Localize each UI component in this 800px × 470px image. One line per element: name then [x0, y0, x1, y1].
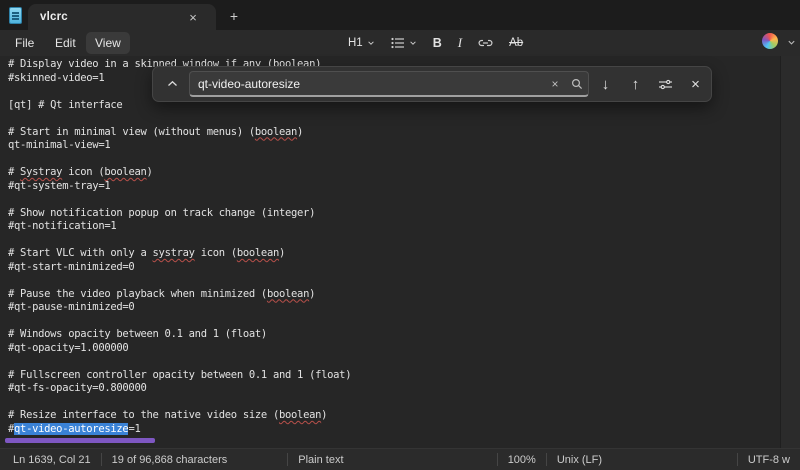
- line-ending[interactable]: Unix (LF): [547, 454, 617, 466]
- code-line: # Pause the video playback when minimize…: [8, 288, 780, 302]
- code-line: #qt-video-autoresize=1: [8, 423, 780, 437]
- find-next-button[interactable]: ↓: [592, 71, 619, 97]
- tab-close-icon[interactable]: ×: [184, 8, 202, 26]
- code-line: [8, 193, 780, 207]
- find-field: ×: [189, 71, 589, 97]
- code-line: #qt-start-minimized=0: [8, 261, 780, 275]
- find-input[interactable]: [190, 72, 544, 95]
- copilot-chevron-down-icon[interactable]: [787, 38, 796, 47]
- code-line: # Windows opacity between 0.1 and 1 (flo…: [8, 328, 780, 342]
- vertical-scrollbar[interactable]: [780, 56, 800, 448]
- code-line: # Start VLC with only a systray icon (bo…: [8, 247, 780, 261]
- code-line: #qt-system-tray=1: [8, 180, 780, 194]
- chevron-down-icon: [367, 39, 375, 47]
- code-line: [8, 315, 780, 329]
- code-line: [8, 396, 780, 410]
- menu-file[interactable]: File: [6, 32, 43, 54]
- clear-formatting-button[interactable]: Ab: [504, 32, 528, 54]
- titlebar: vlcrc × +: [0, 0, 800, 30]
- find-previous-button[interactable]: ↑: [622, 71, 649, 97]
- code-line: [8, 112, 780, 126]
- code-line: # Systray icon (boolean): [8, 166, 780, 180]
- code-line: #qt-fs-opacity=0.800000: [8, 382, 780, 396]
- clear-search-icon[interactable]: ×: [544, 73, 566, 95]
- encoding[interactable]: UTF-8 w: [738, 454, 800, 466]
- code-line: #qt-notification=1: [8, 220, 780, 234]
- chevron-down-icon: [409, 39, 417, 47]
- code-line: # Start in minimal view (without menus) …: [8, 126, 780, 140]
- italic-button[interactable]: I: [453, 32, 467, 54]
- code-line: #qt-pause-minimized=0: [8, 301, 780, 315]
- list-icon: [391, 37, 405, 49]
- code-line: # Fullscreen controller opacity between …: [8, 369, 780, 383]
- find-options-icon: [658, 78, 673, 91]
- link-button[interactable]: [473, 32, 498, 54]
- code-line: [8, 234, 780, 248]
- character-count: 19 of 96,868 characters: [102, 454, 238, 466]
- copilot-icon[interactable]: [762, 33, 778, 49]
- annotation-underline: [5, 438, 155, 443]
- find-collapse-button[interactable]: [159, 71, 185, 97]
- list-dropdown[interactable]: [386, 32, 422, 54]
- find-close-button[interactable]: ×: [682, 71, 709, 97]
- find-options-button[interactable]: [652, 71, 679, 97]
- code-line: qt-minimal-view=1: [8, 139, 780, 153]
- code-line: #qt-opacity=1.000000: [8, 342, 780, 356]
- bold-button[interactable]: B: [428, 32, 447, 54]
- statusbar: Ln 1639, Col 21 19 of 96,868 characters …: [0, 448, 800, 470]
- tab-title: vlcrc: [40, 11, 68, 23]
- search-icon[interactable]: [566, 73, 588, 95]
- text-editor[interactable]: # Display video in a skinned window if a…: [0, 56, 780, 448]
- new-tab-button[interactable]: +: [224, 7, 244, 25]
- menu-view[interactable]: View: [86, 32, 130, 54]
- cursor-position: Ln 1639, Col 21: [0, 454, 101, 466]
- zoom-level[interactable]: 100%: [498, 454, 546, 466]
- heading-label: H1: [348, 37, 363, 49]
- code-line: [8, 274, 780, 288]
- tab-vlcrc[interactable]: vlcrc ×: [28, 4, 216, 30]
- format-toolbar: H1 B I Ab: [343, 31, 528, 55]
- code-line: [8, 355, 780, 369]
- heading-dropdown[interactable]: H1: [343, 32, 380, 54]
- find-bar: × ↓ ↑ ×: [152, 66, 712, 102]
- chevron-up-icon: [167, 80, 178, 88]
- code-line: # Show notification popup on track chang…: [8, 207, 780, 221]
- menu-edit[interactable]: Edit: [46, 32, 85, 54]
- link-icon: [478, 37, 493, 49]
- code-line: [8, 153, 780, 167]
- notepad-window: vlcrc × + File Edit View H1 B I: [0, 0, 800, 470]
- document-type: Plain text: [288, 454, 353, 466]
- code-line: # Resize interface to the native video s…: [8, 409, 780, 423]
- notepad-app-icon: [9, 7, 22, 24]
